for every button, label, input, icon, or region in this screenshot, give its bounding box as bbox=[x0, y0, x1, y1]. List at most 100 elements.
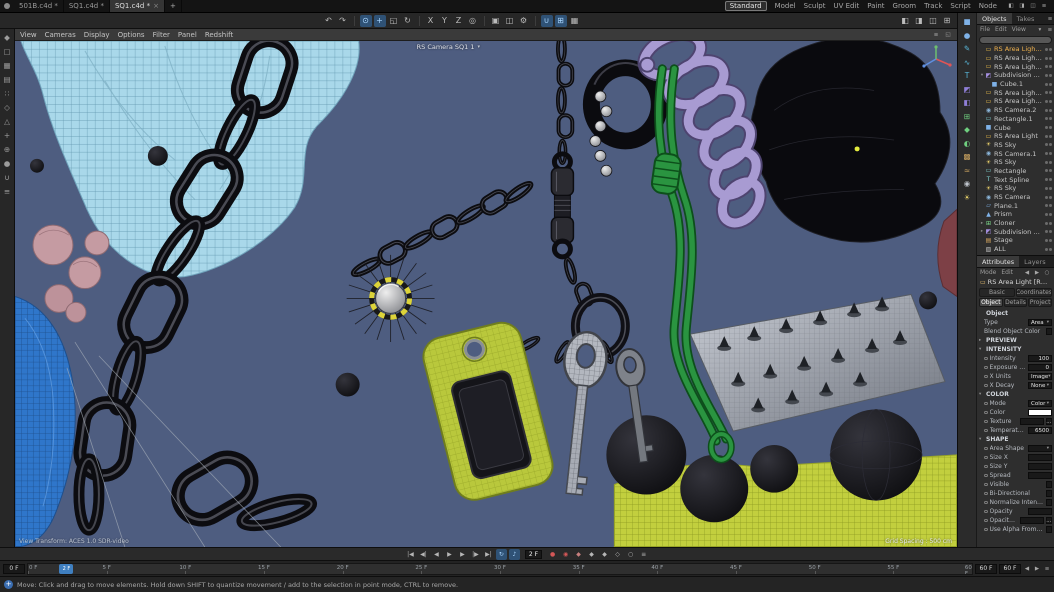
visibility-dot-render[interactable] bbox=[1049, 100, 1052, 103]
exposure-ev-field[interactable]: 0 bbox=[1028, 364, 1052, 371]
texture-browse-button[interactable]: … bbox=[1046, 418, 1053, 425]
x-decay-dropdown[interactable]: None▾ bbox=[1028, 382, 1052, 389]
visibility-dot-render[interactable] bbox=[1049, 230, 1052, 233]
layout-tab-model[interactable]: Model bbox=[775, 2, 796, 10]
layout-single-view-icon[interactable]: ◧ bbox=[899, 15, 911, 27]
viewport[interactable]: RS Camera SQ1 1 ▾ View Transform: ACES 1… bbox=[15, 41, 957, 547]
visibility-dot-editor[interactable] bbox=[1045, 143, 1048, 146]
keyframe-dot[interactable] bbox=[984, 375, 988, 379]
playhead[interactable]: 2 F bbox=[59, 564, 73, 574]
render-view-icon[interactable]: ▣ bbox=[490, 15, 502, 27]
visibility-dot-editor[interactable] bbox=[1045, 204, 1048, 207]
visibility-toggles[interactable] bbox=[1045, 248, 1052, 251]
viewport-solo-icon[interactable]: ● bbox=[2, 158, 13, 169]
visibility-toggles[interactable] bbox=[1045, 178, 1052, 181]
color-swatch[interactable] bbox=[1028, 409, 1052, 416]
keyframe-dot[interactable] bbox=[984, 357, 988, 361]
previous-keyframe-nav-icon[interactable]: ◀ bbox=[1023, 565, 1031, 573]
attr-tab-object[interactable]: Object bbox=[979, 298, 1003, 307]
object-row[interactable]: ▭RS Area Light.4 bbox=[977, 54, 1054, 63]
visibility-dot-editor[interactable] bbox=[1045, 74, 1048, 77]
workspace-menu-icon[interactable]: ≡ bbox=[1040, 2, 1048, 10]
visibility-dot-render[interactable] bbox=[1049, 65, 1052, 68]
visibility-toggles[interactable] bbox=[1045, 239, 1052, 242]
object-search-input[interactable] bbox=[979, 36, 1052, 44]
normalize-intensity-checkbox[interactable] bbox=[1046, 499, 1053, 506]
attr-tab-coordinates[interactable]: Coordinates bbox=[1016, 288, 1052, 297]
visibility-toggles[interactable] bbox=[1045, 117, 1052, 120]
timeline-start-field[interactable]: 0 F bbox=[3, 564, 25, 574]
visibility-toggles[interactable] bbox=[1045, 169, 1052, 172]
objects-menu-view[interactable]: View bbox=[1012, 26, 1026, 33]
keyframe-dot[interactable] bbox=[984, 528, 988, 532]
object-row[interactable]: ▭RS Area Light.2 bbox=[977, 88, 1054, 97]
extrude-generator-icon[interactable]: ◧ bbox=[961, 97, 973, 108]
keyframe-dot[interactable] bbox=[984, 456, 988, 460]
coordinate-system-icon[interactable]: ◎ bbox=[467, 15, 479, 27]
record-position-button[interactable]: ◆ bbox=[573, 549, 584, 560]
attributes-menu-edit[interactable]: Edit bbox=[1001, 269, 1013, 276]
keyframe-dot[interactable] bbox=[984, 384, 988, 388]
visibility-dot-render[interactable] bbox=[1049, 169, 1052, 172]
visibility-dot-editor[interactable] bbox=[1045, 196, 1048, 199]
visibility-dot-editor[interactable] bbox=[1045, 57, 1048, 60]
object-row[interactable]: ■Cube.1 bbox=[977, 80, 1054, 89]
keyframe-dot[interactable] bbox=[984, 366, 988, 370]
app-icon[interactable] bbox=[4, 3, 10, 9]
opacity-field[interactable] bbox=[1028, 508, 1052, 515]
temperature-k-field[interactable]: 6500 bbox=[1028, 427, 1052, 434]
redo-icon[interactable]: ↷ bbox=[337, 15, 349, 27]
bi-directional-checkbox[interactable] bbox=[1046, 490, 1053, 497]
next-frame-button[interactable]: ▶ bbox=[457, 549, 468, 560]
section-header-preview[interactable]: ▸PREVIEW bbox=[979, 336, 1052, 345]
document-tab[interactable]: SQ1.c4d *× bbox=[110, 0, 165, 12]
viewport-menu-redshift[interactable]: Redshift bbox=[205, 31, 233, 39]
visibility-toggles[interactable] bbox=[1045, 152, 1052, 155]
attr-tab-project[interactable]: Project bbox=[1028, 298, 1052, 307]
intensity-field[interactable]: 100 bbox=[1028, 355, 1052, 362]
objects-menu-edit[interactable]: Edit bbox=[995, 26, 1007, 33]
viewport-menu-display[interactable]: Display bbox=[84, 31, 110, 39]
object-row[interactable]: ▸◩Subdivision Surface bbox=[977, 227, 1054, 236]
visibility-dot-editor[interactable] bbox=[1045, 65, 1048, 68]
keyframe-dot[interactable] bbox=[984, 402, 988, 406]
tab-objects[interactable]: Objects bbox=[977, 13, 1012, 24]
am-lock-icon[interactable]: ○ bbox=[1043, 269, 1051, 277]
area-shape-dropdown[interactable]: ▾ bbox=[1028, 445, 1052, 452]
visibility-toggles[interactable] bbox=[1045, 230, 1052, 233]
visibility-toggles[interactable] bbox=[1045, 100, 1052, 103]
keyframe-dot[interactable] bbox=[984, 420, 988, 424]
cloner-mograph-icon[interactable]: ⊞ bbox=[961, 111, 973, 122]
field-mograph-icon[interactable]: ◐ bbox=[961, 138, 973, 149]
make-editable-icon[interactable]: ◆ bbox=[2, 32, 13, 43]
workspace-panel-right-icon[interactable]: ◨ bbox=[1018, 2, 1026, 10]
visibility-toggles[interactable] bbox=[1045, 48, 1052, 51]
object-row[interactable]: ▤Stage bbox=[977, 236, 1054, 245]
object-row[interactable]: ▾◩Subdivision Surface 1 bbox=[977, 71, 1054, 80]
record-rotation-button[interactable]: ◆ bbox=[586, 549, 597, 560]
visibility-dot-editor[interactable] bbox=[1045, 222, 1048, 225]
add-sphere-icon[interactable]: ● bbox=[961, 30, 973, 41]
visibility-toggles[interactable] bbox=[1045, 109, 1052, 112]
keyframe-dot[interactable] bbox=[984, 492, 988, 496]
visibility-dot-render[interactable] bbox=[1049, 135, 1052, 138]
object-row[interactable]: ▭RS Area Light.3 bbox=[977, 62, 1054, 71]
timeline-options-button[interactable]: ≡ bbox=[638, 549, 649, 560]
sound-toggle-button[interactable]: ♪ bbox=[509, 549, 520, 560]
add-text-spline-icon[interactable]: T bbox=[961, 70, 973, 81]
active-camera-label[interactable]: RS Camera SQ1 1 ▾ bbox=[417, 43, 480, 51]
timeline-end-field[interactable]: 60 F bbox=[975, 564, 997, 574]
visibility-toggles[interactable] bbox=[1045, 135, 1052, 138]
layout-tab-groom[interactable]: Groom bbox=[893, 2, 917, 10]
layout-tab-script[interactable]: Script bbox=[950, 2, 970, 10]
section-header-shape[interactable]: ▾SHAPE bbox=[979, 435, 1052, 444]
visibility-dot-render[interactable] bbox=[1049, 126, 1052, 129]
object-row[interactable]: ▭RS Area Light.1 bbox=[977, 97, 1054, 106]
previous-key-button[interactable]: ◀| bbox=[418, 549, 429, 560]
size-y-field[interactable] bbox=[1028, 463, 1052, 470]
workspace-panel-left-icon[interactable]: ◧ bbox=[1007, 2, 1015, 10]
visibility-dot-editor[interactable] bbox=[1045, 48, 1048, 51]
viewport-menu-options[interactable]: Options bbox=[118, 31, 145, 39]
visibility-toggles[interactable] bbox=[1045, 222, 1052, 225]
viewport-menu-cameras[interactable]: Cameras bbox=[45, 31, 76, 39]
